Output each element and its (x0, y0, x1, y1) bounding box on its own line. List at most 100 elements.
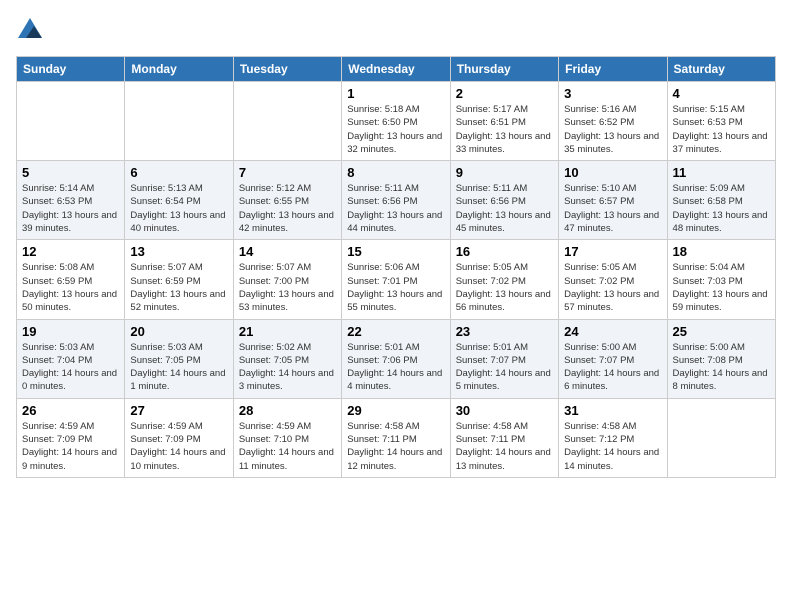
cell-date-number: 28 (239, 403, 336, 418)
calendar-cell: 17 Sunrise: 5:05 AM Sunset: 7:02 PM Dayli… (559, 240, 667, 319)
cell-info-text: Sunrise: 5:09 AM Sunset: 6:58 PM Dayligh… (673, 182, 770, 235)
calendar-cell: 1Sunrise: 5:18 AM Sunset: 6:50 PM Daylig… (342, 82, 450, 161)
cell-info-text: Sunrise: 5:00 AM Sunset: 7:08 PM Dayligh… (673, 341, 770, 394)
day-header-thursday: Thursday (450, 57, 558, 82)
cell-date-number: 10 (564, 165, 661, 180)
day-header-friday: Friday (559, 57, 667, 82)
cell-info-text: Sunrise: 5:05 AM Sunset: 7:02 PM Dayligh… (564, 261, 661, 314)
calendar-cell (125, 82, 233, 161)
cell-info-text: Sunrise: 4:58 AM Sunset: 7:11 PM Dayligh… (347, 420, 444, 473)
week-row-5: 26 Sunrise: 4:59 AM Sunset: 7:09 PM Dayli… (17, 398, 776, 477)
calendar-cell: 10 Sunrise: 5:10 AM Sunset: 6:57 PM Dayli… (559, 161, 667, 240)
cell-date-number: 23 (456, 324, 553, 339)
week-row-2: 5Sunrise: 5:14 AM Sunset: 6:53 PM Daylig… (17, 161, 776, 240)
calendar-cell (233, 82, 341, 161)
cell-info-text: Sunrise: 5:08 AM Sunset: 6:59 PM Dayligh… (22, 261, 119, 314)
cell-date-number: 14 (239, 244, 336, 259)
cell-info-text: Sunrise: 5:00 AM Sunset: 7:07 PM Dayligh… (564, 341, 661, 394)
day-header-saturday: Saturday (667, 57, 775, 82)
cell-date-number: 8 (347, 165, 444, 180)
cell-date-number: 17 (564, 244, 661, 259)
cell-info-text: Sunrise: 4:59 AM Sunset: 7:09 PM Dayligh… (22, 420, 119, 473)
calendar-cell: 25Sunrise: 5:00 AM Sunset: 7:08 PM Dayli… (667, 319, 775, 398)
cell-info-text: Sunrise: 5:03 AM Sunset: 7:04 PM Dayligh… (22, 341, 119, 394)
calendar-cell: 14 Sunrise: 5:07 AM Sunset: 7:00 PM Dayli… (233, 240, 341, 319)
cell-info-text: Sunrise: 5:11 AM Sunset: 6:56 PM Dayligh… (456, 182, 553, 235)
cell-info-text: Sunrise: 5:18 AM Sunset: 6:50 PM Dayligh… (347, 103, 444, 156)
days-of-week-row: SundayMondayTuesdayWednesdayThursdayFrid… (17, 57, 776, 82)
cell-info-text: Sunrise: 5:04 AM Sunset: 7:03 PM Dayligh… (673, 261, 770, 314)
cell-info-text: Sunrise: 5:10 AM Sunset: 6:57 PM Dayligh… (564, 182, 661, 235)
cell-date-number: 22 (347, 324, 444, 339)
cell-date-number: 2 (456, 86, 553, 101)
calendar-cell: 12 Sunrise: 5:08 AM Sunset: 6:59 PM Dayli… (17, 240, 125, 319)
calendar-body: 1Sunrise: 5:18 AM Sunset: 6:50 PM Daylig… (17, 82, 776, 478)
calendar-cell: 23 Sunrise: 5:01 AM Sunset: 7:07 PM Dayli… (450, 319, 558, 398)
calendar-cell (17, 82, 125, 161)
calendar-cell: 22 Sunrise: 5:01 AM Sunset: 7:06 PM Dayli… (342, 319, 450, 398)
cell-info-text: Sunrise: 5:02 AM Sunset: 7:05 PM Dayligh… (239, 341, 336, 394)
cell-date-number: 4 (673, 86, 770, 101)
calendar-cell: 13 Sunrise: 5:07 AM Sunset: 6:59 PM Dayli… (125, 240, 233, 319)
cell-info-text: Sunrise: 5:11 AM Sunset: 6:56 PM Dayligh… (347, 182, 444, 235)
cell-info-text: Sunrise: 5:14 AM Sunset: 6:53 PM Dayligh… (22, 182, 119, 235)
cell-date-number: 29 (347, 403, 444, 418)
calendar-cell: 26 Sunrise: 4:59 AM Sunset: 7:09 PM Dayli… (17, 398, 125, 477)
day-header-wednesday: Wednesday (342, 57, 450, 82)
cell-info-text: Sunrise: 4:59 AM Sunset: 7:10 PM Dayligh… (239, 420, 336, 473)
cell-date-number: 21 (239, 324, 336, 339)
day-header-monday: Monday (125, 57, 233, 82)
cell-date-number: 18 (673, 244, 770, 259)
calendar-cell: 5Sunrise: 5:14 AM Sunset: 6:53 PM Daylig… (17, 161, 125, 240)
page-header (16, 16, 776, 44)
calendar-cell: 2Sunrise: 5:17 AM Sunset: 6:51 PM Daylig… (450, 82, 558, 161)
calendar-cell: 29 Sunrise: 4:58 AM Sunset: 7:11 PM Dayli… (342, 398, 450, 477)
cell-date-number: 24 (564, 324, 661, 339)
cell-date-number: 30 (456, 403, 553, 418)
cell-date-number: 12 (22, 244, 119, 259)
cell-info-text: Sunrise: 5:12 AM Sunset: 6:55 PM Dayligh… (239, 182, 336, 235)
calendar-cell: 31 Sunrise: 4:58 AM Sunset: 7:12 PM Dayli… (559, 398, 667, 477)
cell-date-number: 20 (130, 324, 227, 339)
cell-info-text: Sunrise: 5:01 AM Sunset: 7:06 PM Dayligh… (347, 341, 444, 394)
cell-info-text: Sunrise: 5:01 AM Sunset: 7:07 PM Dayligh… (456, 341, 553, 394)
day-header-tuesday: Tuesday (233, 57, 341, 82)
cell-info-text: Sunrise: 4:58 AM Sunset: 7:11 PM Dayligh… (456, 420, 553, 473)
calendar-cell: 20 Sunrise: 5:03 AM Sunset: 7:05 PM Dayli… (125, 319, 233, 398)
cell-info-text: Sunrise: 4:59 AM Sunset: 7:09 PM Dayligh… (130, 420, 227, 473)
cell-info-text: Sunrise: 5:07 AM Sunset: 6:59 PM Dayligh… (130, 261, 227, 314)
calendar-cell: 19 Sunrise: 5:03 AM Sunset: 7:04 PM Dayli… (17, 319, 125, 398)
cell-info-text: Sunrise: 5:03 AM Sunset: 7:05 PM Dayligh… (130, 341, 227, 394)
cell-date-number: 3 (564, 86, 661, 101)
cell-date-number: 31 (564, 403, 661, 418)
cell-info-text: Sunrise: 5:16 AM Sunset: 6:52 PM Dayligh… (564, 103, 661, 156)
cell-date-number: 26 (22, 403, 119, 418)
calendar-cell: 27 Sunrise: 4:59 AM Sunset: 7:09 PM Dayli… (125, 398, 233, 477)
calendar-cell: 16 Sunrise: 5:05 AM Sunset: 7:02 PM Dayli… (450, 240, 558, 319)
calendar-cell: 8 Sunrise: 5:11 AM Sunset: 6:56 PM Daylig… (342, 161, 450, 240)
calendar-header: SundayMondayTuesdayWednesdayThursdayFrid… (17, 57, 776, 82)
cell-date-number: 16 (456, 244, 553, 259)
cell-info-text: Sunrise: 5:06 AM Sunset: 7:01 PM Dayligh… (347, 261, 444, 314)
cell-date-number: 19 (22, 324, 119, 339)
calendar-cell: 9Sunrise: 5:11 AM Sunset: 6:56 PM Daylig… (450, 161, 558, 240)
calendar-cell: 6 Sunrise: 5:13 AM Sunset: 6:54 PM Daylig… (125, 161, 233, 240)
cell-info-text: Sunrise: 5:07 AM Sunset: 7:00 PM Dayligh… (239, 261, 336, 314)
logo-icon (16, 16, 44, 44)
calendar-cell: 11 Sunrise: 5:09 AM Sunset: 6:58 PM Dayli… (667, 161, 775, 240)
calendar-cell: 18 Sunrise: 5:04 AM Sunset: 7:03 PM Dayli… (667, 240, 775, 319)
cell-date-number: 11 (673, 165, 770, 180)
cell-date-number: 15 (347, 244, 444, 259)
calendar-cell: 30 Sunrise: 4:58 AM Sunset: 7:11 PM Dayli… (450, 398, 558, 477)
cell-info-text: Sunrise: 5:05 AM Sunset: 7:02 PM Dayligh… (456, 261, 553, 314)
cell-info-text: Sunrise: 4:58 AM Sunset: 7:12 PM Dayligh… (564, 420, 661, 473)
calendar-cell: 15 Sunrise: 5:06 AM Sunset: 7:01 PM Dayli… (342, 240, 450, 319)
cell-info-text: Sunrise: 5:15 AM Sunset: 6:53 PM Dayligh… (673, 103, 770, 156)
cell-date-number: 13 (130, 244, 227, 259)
calendar-cell (667, 398, 775, 477)
cell-date-number: 6 (130, 165, 227, 180)
logo (16, 16, 48, 44)
cell-date-number: 27 (130, 403, 227, 418)
calendar-cell: 28 Sunrise: 4:59 AM Sunset: 7:10 PM Dayli… (233, 398, 341, 477)
cell-info-text: Sunrise: 5:13 AM Sunset: 6:54 PM Dayligh… (130, 182, 227, 235)
